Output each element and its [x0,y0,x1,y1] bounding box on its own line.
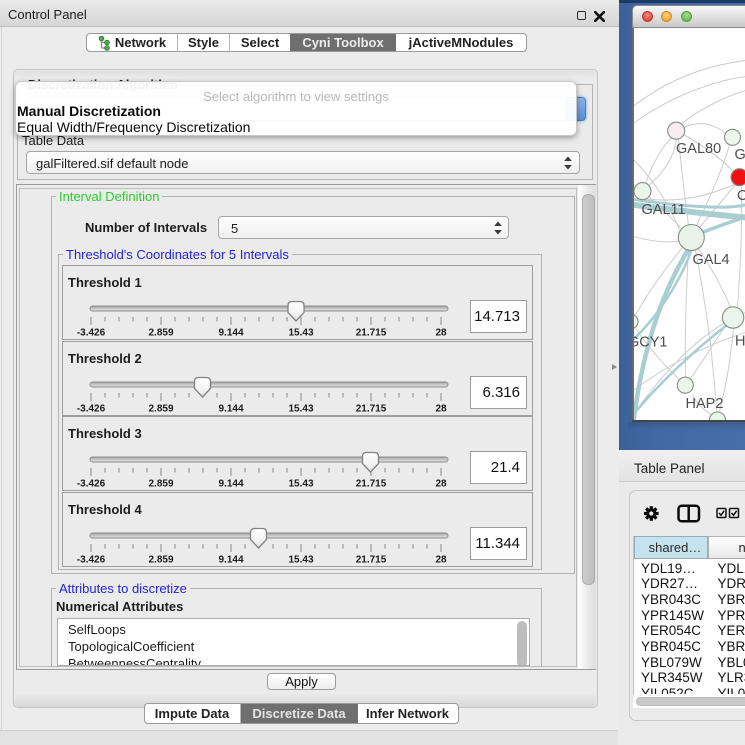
svg-text:21.715: 21.715 [356,554,387,565]
svg-text:-3.426: -3.426 [77,403,106,414]
svg-text:GAL4: GAL4 [692,252,729,268]
svg-text:-3.426: -3.426 [77,479,106,490]
svg-text:GCY1: GCY1 [634,334,668,350]
svg-text:2.859: 2.859 [148,403,173,414]
svg-text:HAP2: HAP2 [685,396,723,412]
svg-text:-3.426: -3.426 [77,328,106,339]
svg-text:2.859: 2.859 [148,328,173,339]
svg-text:9.144: 9.144 [218,479,243,490]
svg-text:15.43: 15.43 [288,403,313,414]
svg-text:15.43: 15.43 [288,328,313,339]
svg-text:GAL80: GAL80 [676,141,721,157]
svg-text:9.144: 9.144 [218,403,243,414]
svg-text:CDC2: CDC2 [737,188,745,204]
svg-text:2.859: 2.859 [148,554,173,565]
svg-text:2.859: 2.859 [148,479,173,490]
svg-text:28: 28 [435,479,447,490]
svg-text:21.715: 21.715 [356,403,387,414]
svg-text:21.715: 21.715 [356,479,387,490]
svg-text:28: 28 [435,554,447,565]
svg-text:9.144: 9.144 [218,554,243,565]
svg-text:9.144: 9.144 [218,328,243,339]
svg-text:-3.426: -3.426 [77,554,106,565]
svg-text:GAL7: GAL7 [734,147,745,163]
svg-text:HIS4: HIS4 [735,333,745,349]
svg-text:15.43: 15.43 [288,554,313,565]
svg-text:21.715: 21.715 [356,328,387,339]
svg-text:28: 28 [435,403,447,414]
svg-text:28: 28 [435,328,447,339]
svg-text:GAL11: GAL11 [641,202,685,218]
svg-text:15.43: 15.43 [288,479,313,490]
